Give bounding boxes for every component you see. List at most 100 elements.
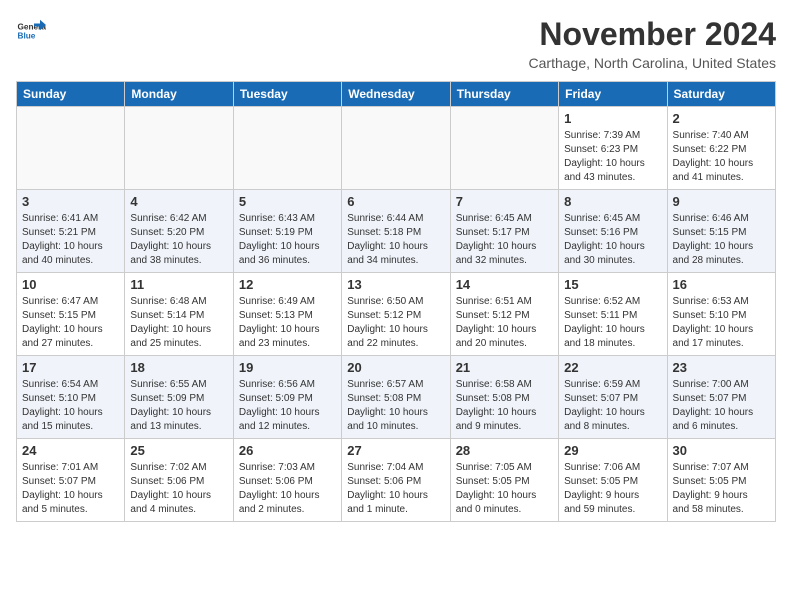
day-number: 18 (130, 360, 227, 375)
day-number: 28 (456, 443, 553, 458)
calendar-cell: 13 Sunrise: 6:50 AM Sunset: 5:12 PM Dayli… (342, 273, 450, 356)
day-number: 20 (347, 360, 444, 375)
day-info: Sunrise: 6:44 AM Sunset: 5:18 PM Dayligh… (347, 212, 444, 268)
calendar-week-row-4: 17 Sunrise: 6:54 AM Sunset: 5:10 PM Dayli… (17, 356, 776, 439)
day-info: Sunrise: 6:57 AM Sunset: 5:08 PM Dayligh… (347, 378, 444, 434)
day-number: 21 (456, 360, 553, 375)
day-info: Sunrise: 6:41 AM Sunset: 5:21 PM Dayligh… (22, 212, 119, 268)
day-info: Sunrise: 6:46 AM Sunset: 5:15 PM Dayligh… (673, 212, 770, 268)
calendar-cell: 30 Sunrise: 7:07 AM Sunset: 5:05 PM Dayli… (667, 439, 775, 522)
weekday-header-sunday: Sunday (17, 82, 125, 107)
calendar-cell: 15 Sunrise: 6:52 AM Sunset: 5:11 PM Dayli… (559, 273, 667, 356)
day-info: Sunrise: 7:01 AM Sunset: 5:07 PM Dayligh… (22, 461, 119, 517)
day-info: Sunrise: 6:59 AM Sunset: 5:07 PM Dayligh… (564, 378, 661, 434)
day-number: 13 (347, 277, 444, 292)
day-number: 5 (239, 194, 336, 209)
day-number: 9 (673, 194, 770, 209)
calendar-cell: 3 Sunrise: 6:41 AM Sunset: 5:21 PM Daylig… (17, 190, 125, 273)
calendar-cell: 2 Sunrise: 7:40 AM Sunset: 6:22 PM Daylig… (667, 107, 775, 190)
day-info: Sunrise: 6:52 AM Sunset: 5:11 PM Dayligh… (564, 295, 661, 351)
day-info: Sunrise: 6:58 AM Sunset: 5:08 PM Dayligh… (456, 378, 553, 434)
day-info: Sunrise: 6:56 AM Sunset: 5:09 PM Dayligh… (239, 378, 336, 434)
day-info: Sunrise: 6:42 AM Sunset: 5:20 PM Dayligh… (130, 212, 227, 268)
month-title: November 2024 (529, 16, 776, 53)
weekday-header-thursday: Thursday (450, 82, 558, 107)
calendar-cell: 4Sunrise: 6:42 AM Sunset: 5:20 PM Daylig… (125, 190, 233, 273)
day-info: Sunrise: 6:48 AM Sunset: 5:14 PM Dayligh… (130, 295, 227, 351)
weekday-header-friday: Friday (559, 82, 667, 107)
day-number: 8 (564, 194, 661, 209)
day-info: Sunrise: 7:04 AM Sunset: 5:06 PM Dayligh… (347, 461, 444, 517)
day-number: 27 (347, 443, 444, 458)
weekday-header-row: SundayMondayTuesdayWednesdayThursdayFrid… (17, 82, 776, 107)
day-info: Sunrise: 6:43 AM Sunset: 5:19 PM Dayligh… (239, 212, 336, 268)
calendar-table: SundayMondayTuesdayWednesdayThursdayFrid… (16, 81, 776, 522)
calendar-cell (17, 107, 125, 190)
calendar-cell: 23Sunrise: 7:00 AM Sunset: 5:07 PM Dayli… (667, 356, 775, 439)
calendar-week-row-3: 10 Sunrise: 6:47 AM Sunset: 5:15 PM Dayli… (17, 273, 776, 356)
calendar-cell (233, 107, 341, 190)
day-info: Sunrise: 6:47 AM Sunset: 5:15 PM Dayligh… (22, 295, 119, 351)
day-info: Sunrise: 7:00 AM Sunset: 5:07 PM Dayligh… (673, 378, 770, 434)
weekday-header-wednesday: Wednesday (342, 82, 450, 107)
calendar-cell: 28 Sunrise: 7:05 AM Sunset: 5:05 PM Dayli… (450, 439, 558, 522)
day-number: 29 (564, 443, 661, 458)
day-number: 16 (673, 277, 770, 292)
calendar-cell: 14Sunrise: 6:51 AM Sunset: 5:12 PM Dayli… (450, 273, 558, 356)
weekday-header-monday: Monday (125, 82, 233, 107)
calendar-week-row-1: 1Sunrise: 7:39 AM Sunset: 6:23 PM Daylig… (17, 107, 776, 190)
calendar-cell (450, 107, 558, 190)
day-info: Sunrise: 7:05 AM Sunset: 5:05 PM Dayligh… (456, 461, 553, 517)
day-number: 22 (564, 360, 661, 375)
weekday-header-saturday: Saturday (667, 82, 775, 107)
day-number: 10 (22, 277, 119, 292)
day-info: Sunrise: 7:07 AM Sunset: 5:05 PM Dayligh… (673, 461, 770, 517)
day-info: Sunrise: 6:55 AM Sunset: 5:09 PM Dayligh… (130, 378, 227, 434)
title-area: November 2024 Carthage, North Carolina, … (529, 16, 776, 71)
calendar-cell: 7Sunrise: 6:45 AM Sunset: 5:17 PM Daylig… (450, 190, 558, 273)
weekday-header-tuesday: Tuesday (233, 82, 341, 107)
calendar-week-row-5: 24 Sunrise: 7:01 AM Sunset: 5:07 PM Dayli… (17, 439, 776, 522)
location: Carthage, North Carolina, United States (529, 55, 776, 71)
day-info: Sunrise: 6:50 AM Sunset: 5:12 PM Dayligh… (347, 295, 444, 351)
day-info: Sunrise: 7:02 AM Sunset: 5:06 PM Dayligh… (130, 461, 227, 517)
day-number: 1 (564, 111, 661, 126)
day-number: 30 (673, 443, 770, 458)
day-info: Sunrise: 6:54 AM Sunset: 5:10 PM Dayligh… (22, 378, 119, 434)
day-info: Sunrise: 6:45 AM Sunset: 5:16 PM Dayligh… (564, 212, 661, 268)
day-info: Sunrise: 6:53 AM Sunset: 5:10 PM Dayligh… (673, 295, 770, 351)
day-number: 17 (22, 360, 119, 375)
calendar-cell: 20 Sunrise: 6:57 AM Sunset: 5:08 PM Dayli… (342, 356, 450, 439)
calendar-cell: 25 Sunrise: 7:02 AM Sunset: 5:06 PM Dayli… (125, 439, 233, 522)
day-number: 11 (130, 277, 227, 292)
day-info: Sunrise: 7:40 AM Sunset: 6:22 PM Dayligh… (673, 129, 770, 185)
calendar-cell: 5 Sunrise: 6:43 AM Sunset: 5:19 PM Daylig… (233, 190, 341, 273)
calendar-cell: 12Sunrise: 6:49 AM Sunset: 5:13 PM Dayli… (233, 273, 341, 356)
day-number: 12 (239, 277, 336, 292)
calendar-cell: 24 Sunrise: 7:01 AM Sunset: 5:07 PM Dayli… (17, 439, 125, 522)
calendar-cell: 16 Sunrise: 6:53 AM Sunset: 5:10 PM Dayli… (667, 273, 775, 356)
calendar-cell: 11 Sunrise: 6:48 AM Sunset: 5:14 PM Dayli… (125, 273, 233, 356)
day-number: 15 (564, 277, 661, 292)
calendar-cell: 26 Sunrise: 7:03 AM Sunset: 5:06 PM Dayli… (233, 439, 341, 522)
calendar-cell: 21 Sunrise: 6:58 AM Sunset: 5:08 PM Dayli… (450, 356, 558, 439)
day-number: 6 (347, 194, 444, 209)
calendar-cell: 10 Sunrise: 6:47 AM Sunset: 5:15 PM Dayli… (17, 273, 125, 356)
calendar-cell: 6 Sunrise: 6:44 AM Sunset: 5:18 PM Daylig… (342, 190, 450, 273)
calendar-cell (342, 107, 450, 190)
calendar-week-row-2: 3 Sunrise: 6:41 AM Sunset: 5:21 PM Daylig… (17, 190, 776, 273)
day-number: 26 (239, 443, 336, 458)
day-number: 24 (22, 443, 119, 458)
day-number: 2 (673, 111, 770, 126)
calendar-cell: 22 Sunrise: 6:59 AM Sunset: 5:07 PM Dayli… (559, 356, 667, 439)
day-number: 3 (22, 194, 119, 209)
day-info: Sunrise: 7:03 AM Sunset: 5:06 PM Dayligh… (239, 461, 336, 517)
calendar-cell: 17 Sunrise: 6:54 AM Sunset: 5:10 PM Dayli… (17, 356, 125, 439)
day-number: 25 (130, 443, 227, 458)
page-header: General Blue November 2024 Carthage, Nor… (16, 16, 776, 71)
logo: General Blue (16, 16, 46, 46)
calendar-cell: 27 Sunrise: 7:04 AM Sunset: 5:06 PM Dayli… (342, 439, 450, 522)
day-number: 19 (239, 360, 336, 375)
calendar-cell: 1Sunrise: 7:39 AM Sunset: 6:23 PM Daylig… (559, 107, 667, 190)
calendar-cell: 19 Sunrise: 6:56 AM Sunset: 5:09 PM Dayli… (233, 356, 341, 439)
